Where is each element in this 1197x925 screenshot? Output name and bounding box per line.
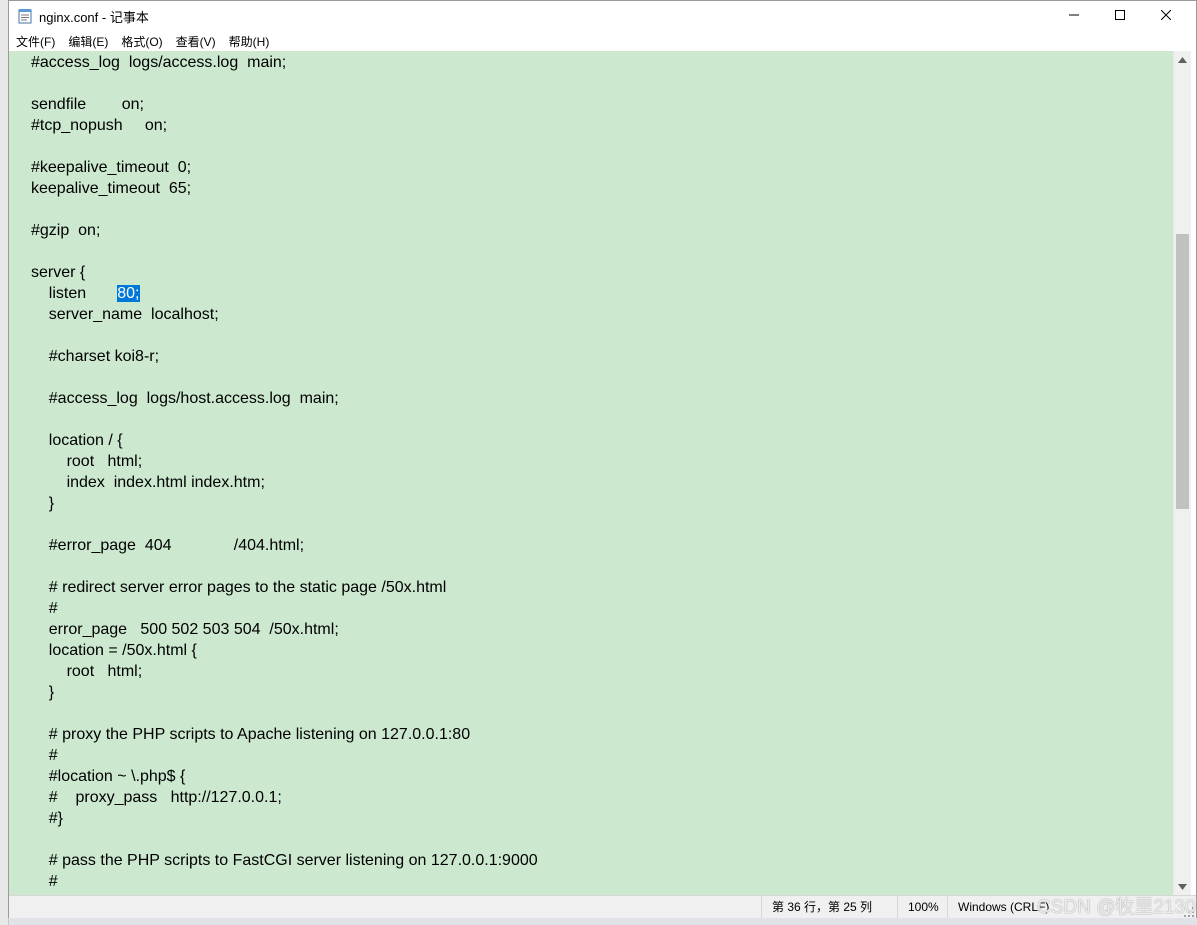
code-line[interactable] bbox=[31, 829, 538, 850]
code-line[interactable] bbox=[31, 199, 538, 220]
code-line[interactable]: # pass the PHP scripts to FastCGI server… bbox=[31, 850, 538, 871]
editor-text[interactable]: #access_log logs/access.log main; sendfi… bbox=[31, 52, 538, 892]
text-editor-area[interactable]: #access_log logs/access.log main; sendfi… bbox=[9, 51, 1173, 895]
code-line[interactable]: location = /50x.html { bbox=[31, 640, 538, 661]
close-button[interactable] bbox=[1143, 1, 1189, 31]
minimize-icon bbox=[1069, 7, 1079, 25]
code-line[interactable] bbox=[31, 241, 538, 262]
notepad-window: nginx.conf - 记事本 文件(F) 编辑(E) 格式(O) 查看(V)… bbox=[8, 0, 1197, 918]
code-line[interactable]: server { bbox=[31, 262, 538, 283]
menu-view[interactable]: 查看(V) bbox=[170, 33, 222, 50]
code-line[interactable]: sendfile on; bbox=[31, 94, 538, 115]
scroll-up-arrow-icon[interactable] bbox=[1174, 51, 1191, 68]
code-line[interactable]: # proxy the PHP scripts to Apache listen… bbox=[31, 724, 538, 745]
code-line[interactable] bbox=[31, 73, 538, 94]
code-line[interactable] bbox=[31, 325, 538, 346]
status-bar: 第 36 行，第 25 列 100% Windows (CRLF) bbox=[9, 895, 1196, 918]
code-line[interactable] bbox=[31, 409, 538, 430]
cursor-position: 第 36 行，第 25 列 bbox=[761, 896, 896, 918]
code-line[interactable]: # redirect server error pages to the sta… bbox=[31, 577, 538, 598]
code-line[interactable] bbox=[31, 556, 538, 577]
code-line[interactable]: listen 80; bbox=[31, 283, 538, 304]
code-line[interactable]: error_page 500 502 503 504 /50x.html; bbox=[31, 619, 538, 640]
code-line[interactable]: #keepalive_timeout 0; bbox=[31, 157, 538, 178]
minimize-button[interactable] bbox=[1051, 1, 1097, 31]
vertical-scrollbar[interactable] bbox=[1173, 51, 1191, 895]
menu-format[interactable]: 格式(O) bbox=[115, 33, 168, 50]
code-line[interactable]: #} bbox=[31, 808, 538, 829]
code-line[interactable]: location / { bbox=[31, 430, 538, 451]
line-ending: Windows (CRLF) bbox=[947, 896, 1058, 918]
code-line-text: listen bbox=[31, 285, 118, 302]
code-line[interactable]: server_name localhost; bbox=[31, 304, 538, 325]
code-line[interactable]: #gzip on; bbox=[31, 220, 538, 241]
scroll-down-arrow-icon[interactable] bbox=[1174, 878, 1191, 895]
code-line[interactable]: # bbox=[31, 871, 538, 892]
maximize-icon bbox=[1115, 7, 1125, 25]
code-line[interactable]: root html; bbox=[31, 451, 538, 472]
menu-help[interactable]: 帮助(H) bbox=[223, 33, 276, 50]
menu-edit[interactable]: 编辑(E) bbox=[62, 33, 114, 50]
code-line[interactable]: # bbox=[31, 745, 538, 766]
title-bar[interactable]: nginx.conf - 记事本 bbox=[9, 1, 1196, 31]
code-line[interactable]: #charset koi8-r; bbox=[31, 346, 538, 367]
close-icon bbox=[1160, 7, 1172, 25]
menu-bar: 文件(F) 编辑(E) 格式(O) 查看(V) 帮助(H) bbox=[9, 31, 1196, 51]
code-line[interactable]: #error_page 404 /404.html; bbox=[31, 535, 538, 556]
code-line[interactable]: root html; bbox=[31, 661, 538, 682]
code-line[interactable] bbox=[31, 703, 538, 724]
code-line[interactable]: index index.html index.htm; bbox=[31, 472, 538, 493]
menu-file[interactable]: 文件(F) bbox=[10, 33, 61, 50]
code-line[interactable]: #location ~ \.php$ { bbox=[31, 766, 538, 787]
code-line[interactable] bbox=[31, 136, 538, 157]
code-line[interactable]: } bbox=[31, 493, 538, 514]
code-line[interactable]: #access_log logs/access.log main; bbox=[31, 52, 538, 73]
code-line[interactable]: keepalive_timeout 65; bbox=[31, 178, 538, 199]
code-line[interactable] bbox=[31, 514, 538, 535]
code-line[interactable]: # proxy_pass http://127.0.0.1; bbox=[31, 787, 538, 808]
code-line[interactable] bbox=[31, 367, 538, 388]
scrollbar-thumb[interactable] bbox=[1176, 234, 1189, 509]
maximize-button[interactable] bbox=[1097, 1, 1143, 31]
desktop-background: nginx.conf - 记事本 文件(F) 编辑(E) 格式(O) 查看(V)… bbox=[0, 0, 1197, 925]
notepad-icon bbox=[18, 8, 32, 24]
window-title: nginx.conf - 记事本 bbox=[39, 10, 149, 25]
selected-text[interactable]: 80; bbox=[117, 285, 140, 302]
code-line[interactable]: # bbox=[31, 598, 538, 619]
code-line[interactable]: #access_log logs/host.access.log main; bbox=[31, 388, 538, 409]
code-line[interactable]: #tcp_nopush on; bbox=[31, 115, 538, 136]
zoom-level: 100% bbox=[897, 896, 948, 918]
resize-grip-icon[interactable] bbox=[1184, 906, 1194, 917]
code-line[interactable]: } bbox=[31, 682, 538, 703]
